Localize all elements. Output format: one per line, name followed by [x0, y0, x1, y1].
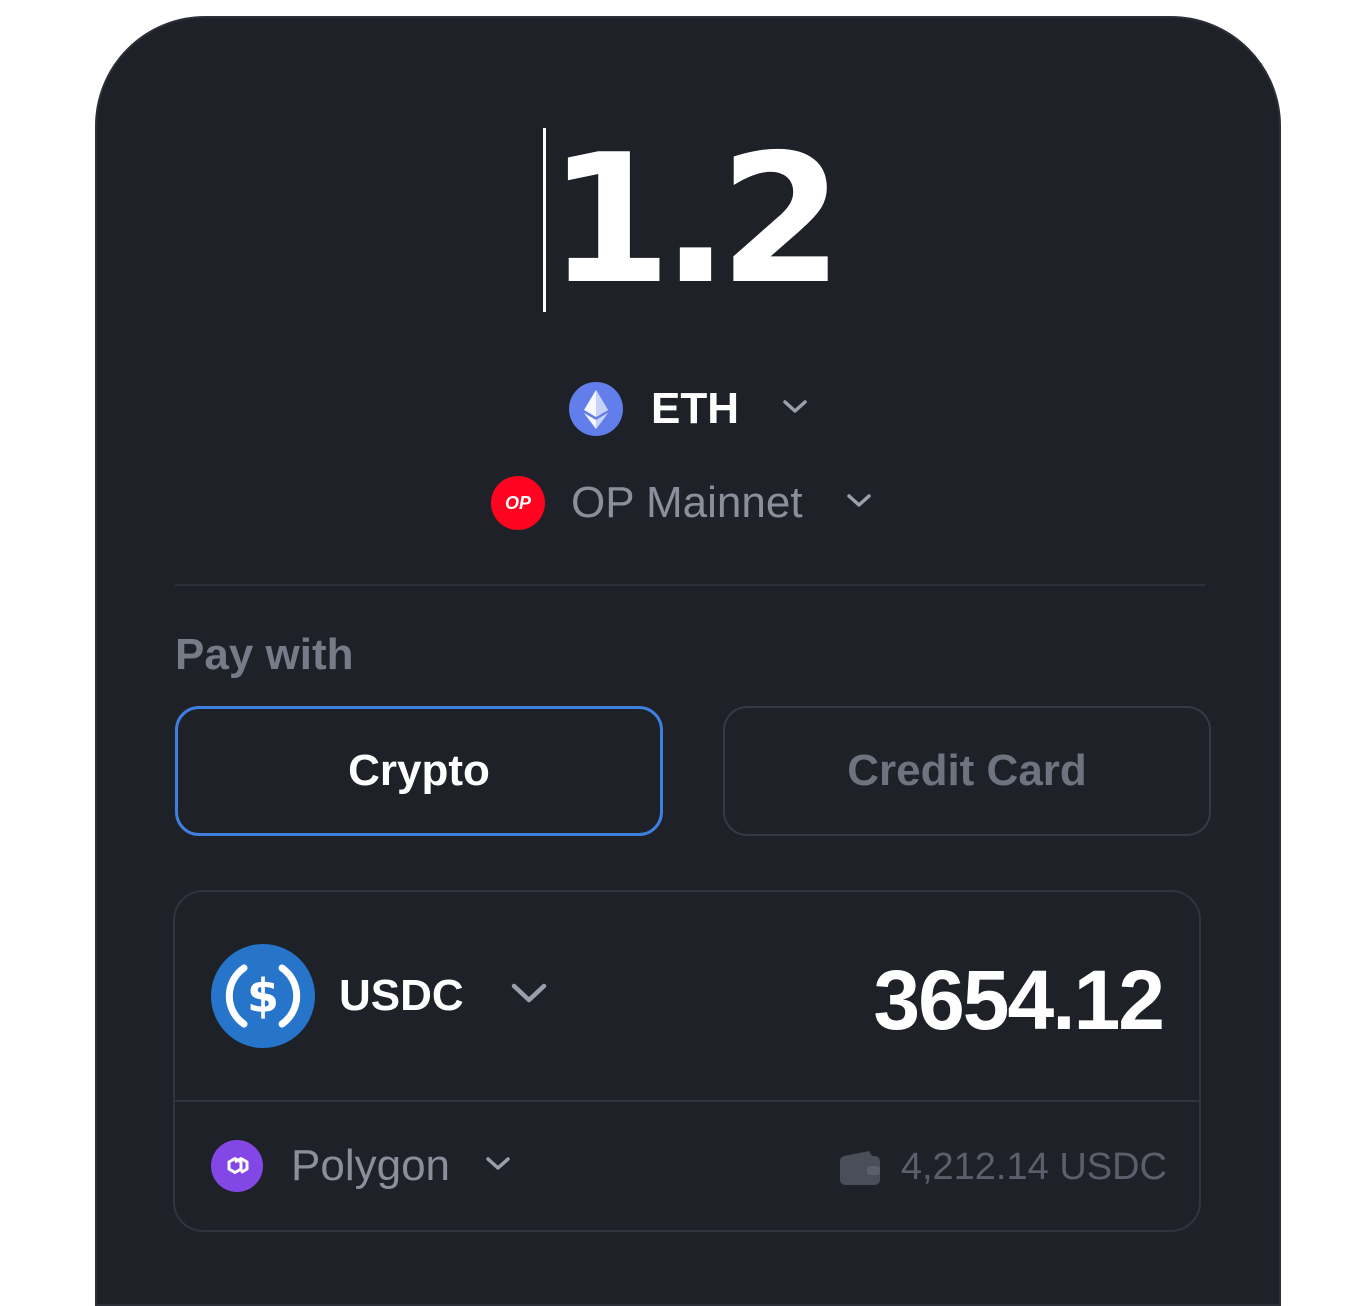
pay-with-label: Pay with — [175, 630, 354, 679]
chevron-down-icon — [781, 398, 809, 421]
token-selector[interactable]: ETH — [569, 382, 809, 436]
section-divider — [175, 584, 1205, 586]
wallet-balance: 4,212.14 USDC — [839, 1146, 1167, 1189]
tab-crypto[interactable]: Crypto — [175, 706, 663, 836]
network-name: OP Mainnet — [571, 478, 803, 527]
amount-value[interactable]: 1.2 — [548, 131, 843, 309]
wallet-icon — [839, 1150, 881, 1186]
chevron-down-icon — [484, 1155, 512, 1178]
pay-network-selector[interactable]: Polygon — [211, 1140, 512, 1192]
chevron-down-icon — [845, 492, 873, 515]
token-symbol: ETH — [651, 384, 739, 433]
card-divider — [175, 1100, 1199, 1102]
optimism-badge-text: OP — [505, 493, 532, 513]
tab-credit-card-label: Credit Card — [847, 746, 1087, 795]
chevron-down-icon — [510, 982, 548, 1011]
optimism-icon: OP — [491, 476, 545, 530]
text-caret — [542, 128, 546, 312]
polygon-icon — [211, 1140, 263, 1192]
network-selector[interactable]: OP OP Mainnet — [491, 476, 873, 530]
pay-token-selector[interactable]: $ USDC — [211, 944, 548, 1048]
tab-credit-card[interactable]: Credit Card — [723, 706, 1211, 836]
pay-token-card: $ USDC 3654.12 Polygon 4,212.14 USDC — [173, 890, 1201, 1232]
pay-token-symbol: USDC — [339, 971, 464, 1020]
pay-network-name: Polygon — [291, 1141, 451, 1190]
buy-panel: 1.2 ETH OP OP Mainnet Pay with Crypto Cr… — [95, 16, 1281, 1306]
amount-input[interactable]: 1.2 — [97, 128, 1279, 312]
ethereum-icon — [569, 382, 623, 436]
usdc-icon: $ — [211, 944, 315, 1048]
pay-amount: 3654.12 — [873, 953, 1165, 1047]
tab-crypto-label: Crypto — [348, 746, 490, 795]
svg-text:$: $ — [247, 969, 279, 1023]
wallet-balance-text: 4,212.14 USDC — [900, 1146, 1167, 1188]
